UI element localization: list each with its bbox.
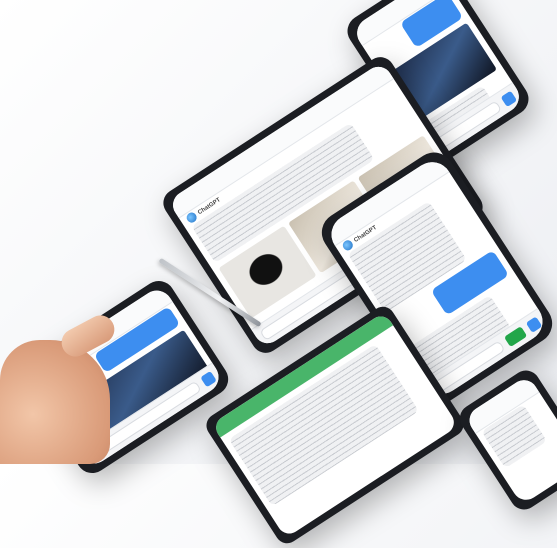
green-action-button <box>503 326 528 348</box>
send-icon <box>525 316 543 333</box>
product-photo: ChatGPT ChatGPT <box>0 0 557 548</box>
send-icon <box>500 90 518 108</box>
phone-corner-screen <box>464 374 557 506</box>
hand <box>0 340 110 464</box>
send-icon <box>200 370 217 388</box>
